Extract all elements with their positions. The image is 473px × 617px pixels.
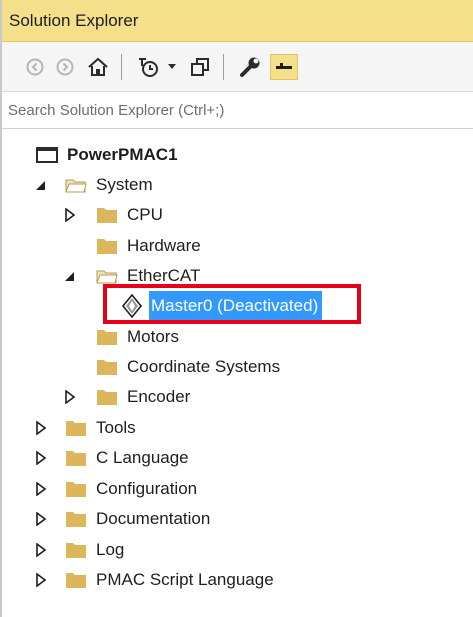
tree-item-label: PMAC Script Language (96, 570, 274, 589)
tree-item-system[interactable]: System (65, 170, 153, 200)
tree-item-label: C Language (96, 448, 189, 467)
tree-item-label: CPU (127, 205, 163, 224)
properties-wrench-icon[interactable] (237, 55, 263, 79)
back-icon[interactable] (24, 55, 46, 79)
folder-icon (97, 208, 117, 223)
tree-item-cpu[interactable]: CPU (96, 200, 163, 230)
tree-item-configuration[interactable]: Configuration (65, 474, 197, 504)
collapsed-arrow-icon[interactable] (35, 421, 47, 435)
collapsed-arrow-icon[interactable] (35, 451, 47, 465)
tree-item-label: EtherCAT (127, 266, 201, 285)
folder-icon (66, 543, 86, 558)
collapsed-arrow-icon[interactable] (64, 390, 76, 404)
tree-item-coordinate-systems[interactable]: Coordinate Systems (96, 352, 280, 382)
folder-icon (97, 330, 117, 345)
collapse-all-icon[interactable] (270, 54, 298, 80)
tree-item-label: Encoder (127, 387, 191, 406)
folder-icon (66, 482, 86, 497)
collapsed-arrow-icon[interactable] (35, 573, 47, 587)
tree-item-tools[interactable]: Tools (65, 413, 136, 443)
search-box[interactable] (2, 92, 473, 129)
folder-icon (66, 573, 86, 588)
expanded-arrow-icon[interactable] (35, 178, 47, 192)
solution-explorer-toolbar (2, 42, 473, 92)
tree-item-master0[interactable]: Master0 (Deactivated) (121, 291, 323, 321)
tree-item-label: Hardware (127, 236, 201, 255)
pending-changes-icon[interactable] (136, 55, 162, 79)
collapsed-arrow-icon[interactable] (35, 482, 47, 496)
open-folder-icon (65, 179, 87, 193)
folder-icon (97, 390, 117, 405)
tree-item-label: System (96, 175, 153, 194)
dropdown-icon[interactable] (165, 55, 179, 79)
expanded-arrow-icon[interactable] (64, 269, 76, 283)
toolbar-separator (121, 54, 122, 80)
folder-icon (66, 512, 86, 527)
tree-item-log[interactable]: Log (65, 535, 124, 565)
tree-item-label: Motors (127, 327, 179, 346)
tree-item-label: Master0 (Deactivated) (149, 291, 323, 321)
tree-item-label: Configuration (96, 479, 198, 498)
folder-icon (66, 421, 86, 436)
folder-icon (97, 360, 117, 375)
tree-item-root[interactable]: PowerPMAC1 (36, 140, 178, 170)
ethercat-master-icon (121, 294, 143, 318)
panel-title[interactable]: Solution Explorer (2, 0, 473, 42)
folder-icon (66, 451, 86, 466)
toolbar-separator (223, 54, 224, 80)
tree-item-label: Log (96, 540, 125, 559)
tree-item-encoder[interactable]: Encoder (96, 382, 190, 412)
tree-item-hardware[interactable]: Hardware (96, 231, 201, 261)
collapsed-arrow-icon[interactable] (64, 208, 76, 222)
tree-item-ethercat[interactable]: EtherCAT (96, 261, 200, 291)
tree-item-pmac-script-language[interactable]: PMAC Script Language (65, 565, 274, 595)
tree-item-label: Tools (96, 418, 136, 437)
open-folder-icon (96, 270, 118, 284)
forward-icon[interactable] (54, 55, 76, 79)
tree-item-motors[interactable]: Motors (96, 322, 179, 352)
solution-icon (36, 147, 58, 163)
search-input[interactable] (8, 102, 448, 119)
collapsed-arrow-icon[interactable] (35, 543, 47, 557)
folder-icon (97, 239, 117, 254)
sync-windows-icon[interactable] (188, 55, 212, 79)
tree-item-c-language[interactable]: C Language (65, 443, 189, 473)
tree-item-documentation[interactable]: Documentation (65, 504, 210, 534)
home-icon[interactable] (85, 55, 111, 79)
solution-explorer-window: Solution Explorer Search Solution Explor… (0, 0, 473, 617)
collapsed-arrow-icon[interactable] (35, 512, 47, 526)
tree-item-label: Coordinate Systems (127, 357, 281, 376)
tree-item-label: Documentation (96, 509, 211, 528)
tree-item-label: PowerPMAC1 (67, 145, 178, 164)
